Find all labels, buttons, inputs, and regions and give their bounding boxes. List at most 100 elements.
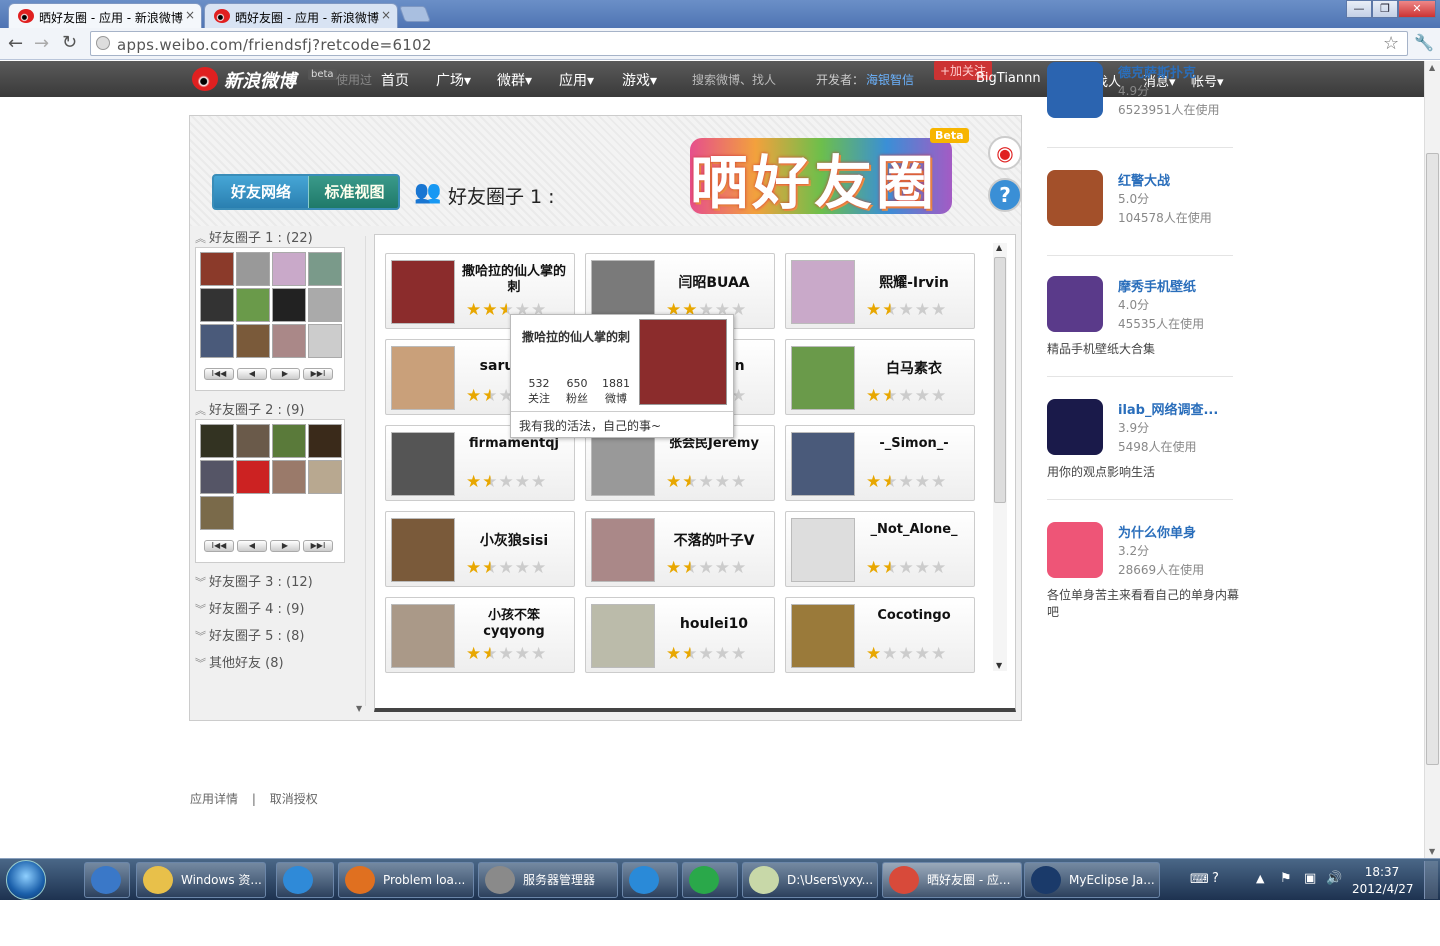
friend-avatar[interactable] bbox=[591, 518, 655, 582]
friend-avatar[interactable] bbox=[791, 260, 855, 324]
app-title[interactable]: 红警大战 bbox=[1118, 170, 1170, 189]
friend-avatar[interactable] bbox=[391, 518, 455, 582]
friend-thumbnail[interactable] bbox=[272, 324, 306, 358]
friend-thumbnail[interactable] bbox=[236, 460, 270, 494]
start-button[interactable] bbox=[6, 860, 46, 900]
back-icon[interactable]: ← bbox=[8, 33, 23, 54]
friend-card[interactable]: 小灰狼sisi ★★★★★ bbox=[385, 511, 575, 587]
app-icon[interactable] bbox=[1047, 276, 1103, 332]
friend-card[interactable]: 熙耀-Irvin ★★★★★ bbox=[785, 253, 975, 329]
nav-home[interactable]: 首页 bbox=[381, 70, 409, 90]
friend-name[interactable]: 不落的叶子V bbox=[660, 530, 768, 550]
friend-thumbnail[interactable] bbox=[308, 324, 342, 358]
friend-card[interactable]: -_Simon_- ★★★★★ bbox=[785, 425, 975, 501]
friend-avatar[interactable] bbox=[391, 432, 455, 496]
weibo-share-icon[interactable]: ◉ bbox=[988, 136, 1022, 170]
friend-thumbnail[interactable] bbox=[272, 460, 306, 494]
first-page-button[interactable]: I◀◀ bbox=[204, 368, 234, 380]
friend-name[interactable]: 闫昭BUAA bbox=[660, 272, 768, 292]
friend-thumbnail[interactable] bbox=[272, 288, 306, 322]
friend-thumbnail[interactable] bbox=[200, 324, 234, 358]
friend-name[interactable]: firmamentqj bbox=[460, 436, 568, 452]
address-bar[interactable]: apps.weibo.com/friendsfj?retcode=6102 ☆ bbox=[90, 31, 1408, 56]
wrench-icon[interactable]: 🔧 bbox=[1414, 33, 1434, 52]
tray-keyboard-icon[interactable]: ⌨ bbox=[1190, 872, 1209, 887]
tab-friend-network[interactable]: 好友网络 bbox=[214, 176, 308, 208]
tray-volume-icon[interactable]: 🔊 bbox=[1326, 871, 1342, 886]
taskbar-server-manager[interactable]: 服务器管理器 bbox=[478, 862, 618, 898]
app-title[interactable]: 德克萨斯扑克 bbox=[1118, 62, 1196, 81]
nav-square[interactable]: 广场▾ bbox=[436, 70, 471, 90]
taskbar-notepad[interactable]: D:\Users\yxy... bbox=[742, 862, 878, 898]
show-desktop-button[interactable] bbox=[1424, 861, 1438, 899]
scroll-down-icon[interactable]: ▼ bbox=[1429, 847, 1435, 856]
tab-standard-view[interactable]: 标准视图 bbox=[308, 176, 398, 208]
taskbar-powershell[interactable] bbox=[84, 862, 130, 898]
friend-thumbnail[interactable] bbox=[236, 424, 270, 458]
friend-thumbnail[interactable] bbox=[308, 288, 342, 322]
taskbar-myeclipse[interactable]: MyEclipse Ja... bbox=[1024, 862, 1160, 898]
revoke-auth-link[interactable]: 取消授权 bbox=[270, 792, 318, 806]
friend-avatar[interactable] bbox=[591, 604, 655, 668]
friend-thumbnail[interactable] bbox=[272, 252, 306, 286]
weibo-logo-text[interactable]: 新浪微博 bbox=[224, 67, 296, 93]
friend-avatar[interactable] bbox=[591, 432, 655, 496]
close-tab-icon[interactable]: × bbox=[185, 8, 195, 22]
tray-flag-icon[interactable]: ⚑ bbox=[1280, 871, 1292, 886]
friend-avatar[interactable] bbox=[791, 518, 855, 582]
friend-thumbnail[interactable] bbox=[236, 324, 270, 358]
nav-games[interactable]: 游戏▾ bbox=[622, 70, 657, 90]
group-header-2[interactable]: ︽ 好友圈子 2 : (9) bbox=[195, 399, 304, 418]
left-panel-scrollbar[interactable]: ▼ bbox=[356, 236, 366, 713]
url-text[interactable]: apps.weibo.com/friendsfj?retcode=6102 bbox=[117, 36, 432, 54]
tray-help-icon[interactable]: ? bbox=[1212, 871, 1219, 886]
reload-icon[interactable]: ↻ bbox=[62, 32, 77, 53]
taskbar-windows-explorer[interactable]: Windows 资... bbox=[136, 862, 266, 898]
scroll-up-icon[interactable]: ▲ bbox=[996, 243, 1002, 252]
developer-link[interactable]: 海银智信 bbox=[866, 71, 914, 88]
group-header-5[interactable]: ︾ 好友圈子 5 : (8) bbox=[195, 625, 304, 644]
maximize-button[interactable]: ❐ bbox=[1372, 0, 1398, 18]
bookmark-star-icon[interactable]: ☆ bbox=[1383, 33, 1399, 54]
taskbar-internet-explorer[interactable] bbox=[276, 862, 334, 898]
friend-avatar[interactable] bbox=[391, 260, 455, 324]
friend-avatar[interactable] bbox=[791, 432, 855, 496]
scroll-thumb[interactable] bbox=[1426, 153, 1439, 765]
friend-card[interactable]: _Not_Alone_ ★★★★★ bbox=[785, 511, 975, 587]
search-input[interactable]: 搜索微博、找人 bbox=[692, 71, 776, 88]
friend-name[interactable]: 熙耀-Irvin bbox=[860, 272, 968, 292]
friend-avatar[interactable] bbox=[791, 604, 855, 668]
friend-thumbnail[interactable] bbox=[200, 496, 234, 530]
last-page-button[interactable]: ▶▶I bbox=[303, 368, 333, 380]
friend-card[interactable]: Cocotingo ★★★★★ bbox=[785, 597, 975, 673]
app-icon[interactable] bbox=[1047, 62, 1103, 118]
friend-name[interactable]: 白马素衣 bbox=[860, 358, 968, 378]
friend-card[interactable]: 白马素衣 ★★★★★ bbox=[785, 339, 975, 415]
grid-scrollbar[interactable]: ▲ ▼ bbox=[993, 243, 1007, 671]
group-header-3[interactable]: ︾ 好友圈子 3 : (12) bbox=[195, 571, 313, 590]
app-title[interactable]: 摩秀手机壁纸 bbox=[1118, 276, 1196, 295]
scroll-down-icon[interactable]: ▼ bbox=[356, 704, 362, 713]
friend-thumbnail[interactable] bbox=[236, 288, 270, 322]
friend-card[interactable]: 小孩不笨cyqyong ★★★★★ bbox=[385, 597, 575, 673]
friend-thumbnail[interactable] bbox=[200, 424, 234, 458]
prev-page-button[interactable]: ◀ bbox=[237, 540, 267, 552]
tray-network-icon[interactable]: ▣ bbox=[1304, 871, 1316, 886]
taskbar-firefox[interactable]: Problem loa... bbox=[338, 862, 474, 898]
prev-page-button[interactable]: ◀ bbox=[237, 368, 267, 380]
help-icon[interactable]: ? bbox=[988, 178, 1022, 212]
app-icon[interactable] bbox=[1047, 522, 1103, 578]
group-header-4[interactable]: ︾ 好友圈子 4 : (9) bbox=[195, 598, 304, 617]
close-tab-icon[interactable]: × bbox=[381, 8, 391, 22]
taskbar-ie-green[interactable] bbox=[682, 862, 738, 898]
close-window-button[interactable]: ✕ bbox=[1398, 0, 1436, 18]
friend-thumbnail[interactable] bbox=[236, 252, 270, 286]
friend-name[interactable]: 撒哈拉的仙人掌的刺 bbox=[460, 264, 568, 296]
tray-expand-icon[interactable]: ▲ bbox=[1256, 872, 1264, 885]
next-page-button[interactable]: ▶ bbox=[270, 540, 300, 552]
forward-icon[interactable]: → bbox=[34, 33, 49, 54]
friend-avatar[interactable] bbox=[391, 346, 455, 410]
friend-thumbnail[interactable] bbox=[308, 424, 342, 458]
friend-name[interactable]: 张会民Jeremy bbox=[660, 436, 768, 452]
scroll-thumb[interactable] bbox=[994, 257, 1006, 503]
